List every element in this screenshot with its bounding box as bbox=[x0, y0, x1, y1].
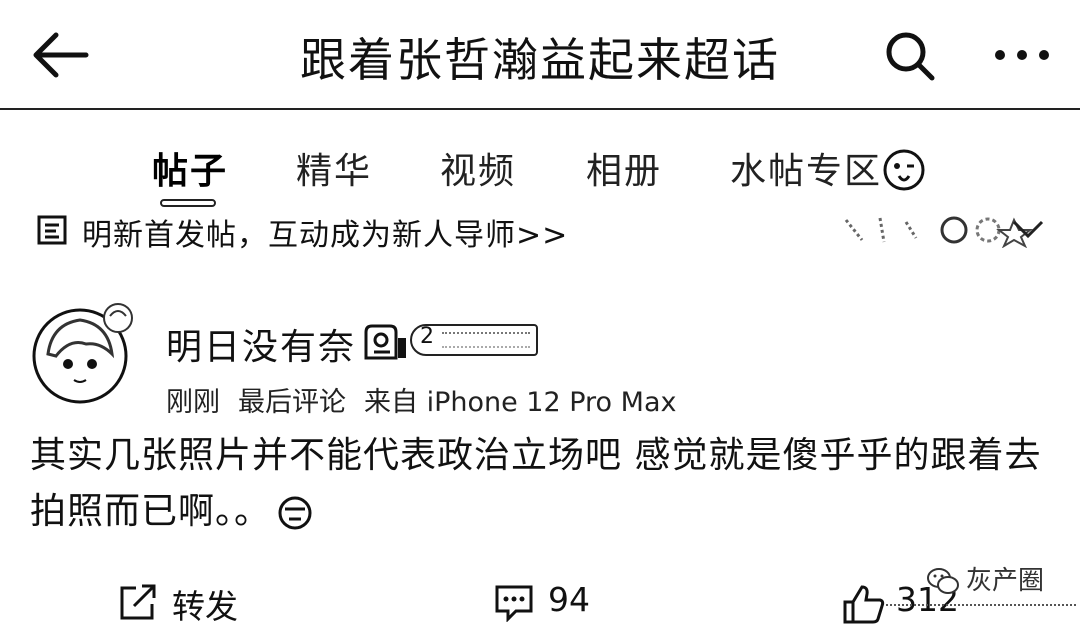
tab-water-posts[interactable]: 水帖专区 bbox=[730, 142, 882, 194]
tab-posts[interactable]: 帖子 bbox=[152, 142, 228, 194]
wechat-icon bbox=[927, 568, 959, 594]
post-source: 来自 iPhone 12 Pro Max bbox=[364, 387, 677, 418]
notice-icon bbox=[37, 215, 67, 245]
top-bar: 跟着张哲瀚益起来超话 bbox=[0, 0, 1080, 110]
post-time: 刚刚 bbox=[166, 387, 220, 418]
notice-bar[interactable]: 明新首发帖，互动成为新人导师>> bbox=[36, 210, 1046, 254]
fan-badge-fill bbox=[442, 332, 530, 348]
watermark-underline bbox=[886, 604, 1076, 624]
fan-level-number: 2 bbox=[420, 324, 434, 349]
level-badge-icon bbox=[364, 324, 406, 360]
active-tab-indicator bbox=[160, 199, 216, 207]
tab-albums[interactable]: 相册 bbox=[586, 142, 662, 194]
comment-icon bbox=[495, 585, 533, 622]
repost-label: 转发 bbox=[172, 587, 238, 624]
post-meta: 刚刚 最后评论 来自 iPhone 12 Pro Max bbox=[166, 380, 694, 419]
more-dots-icon[interactable] bbox=[990, 30, 1054, 80]
post-activity: 最后评论 bbox=[238, 387, 346, 418]
username[interactable]: 明日没有奈 bbox=[166, 318, 356, 370]
like-icon bbox=[843, 585, 885, 624]
post-content[interactable]: 其实几张照片并不能代表政治立场吧 感觉就是傻乎乎的跟着去拍照而已啊。。 bbox=[30, 428, 1050, 540]
repost-icon bbox=[120, 584, 156, 620]
notice-text: 明新首发帖，互动成为新人导师>> bbox=[82, 218, 569, 253]
sparkle-decoration-icon bbox=[844, 216, 1033, 248]
watermark-text: 灰产圈 bbox=[966, 566, 1045, 596]
avatar[interactable] bbox=[30, 298, 138, 406]
chevron-down-icon[interactable] bbox=[1010, 214, 1046, 244]
watermark: 灰产圈 bbox=[886, 560, 1076, 624]
emoji-icon bbox=[278, 496, 312, 530]
comment-count: 94 bbox=[548, 580, 590, 619]
search-icon[interactable] bbox=[882, 28, 938, 84]
wink-emoji-icon bbox=[883, 149, 925, 191]
tab-featured[interactable]: 精华 bbox=[296, 142, 372, 194]
tab-videos[interactable]: 视频 bbox=[440, 142, 516, 194]
post-text: 其实几张照片并不能代表政治立场吧 感觉就是傻乎乎的跟着去拍照而已啊。。 bbox=[30, 435, 1042, 532]
fan-level-badge: 2 bbox=[410, 324, 538, 356]
